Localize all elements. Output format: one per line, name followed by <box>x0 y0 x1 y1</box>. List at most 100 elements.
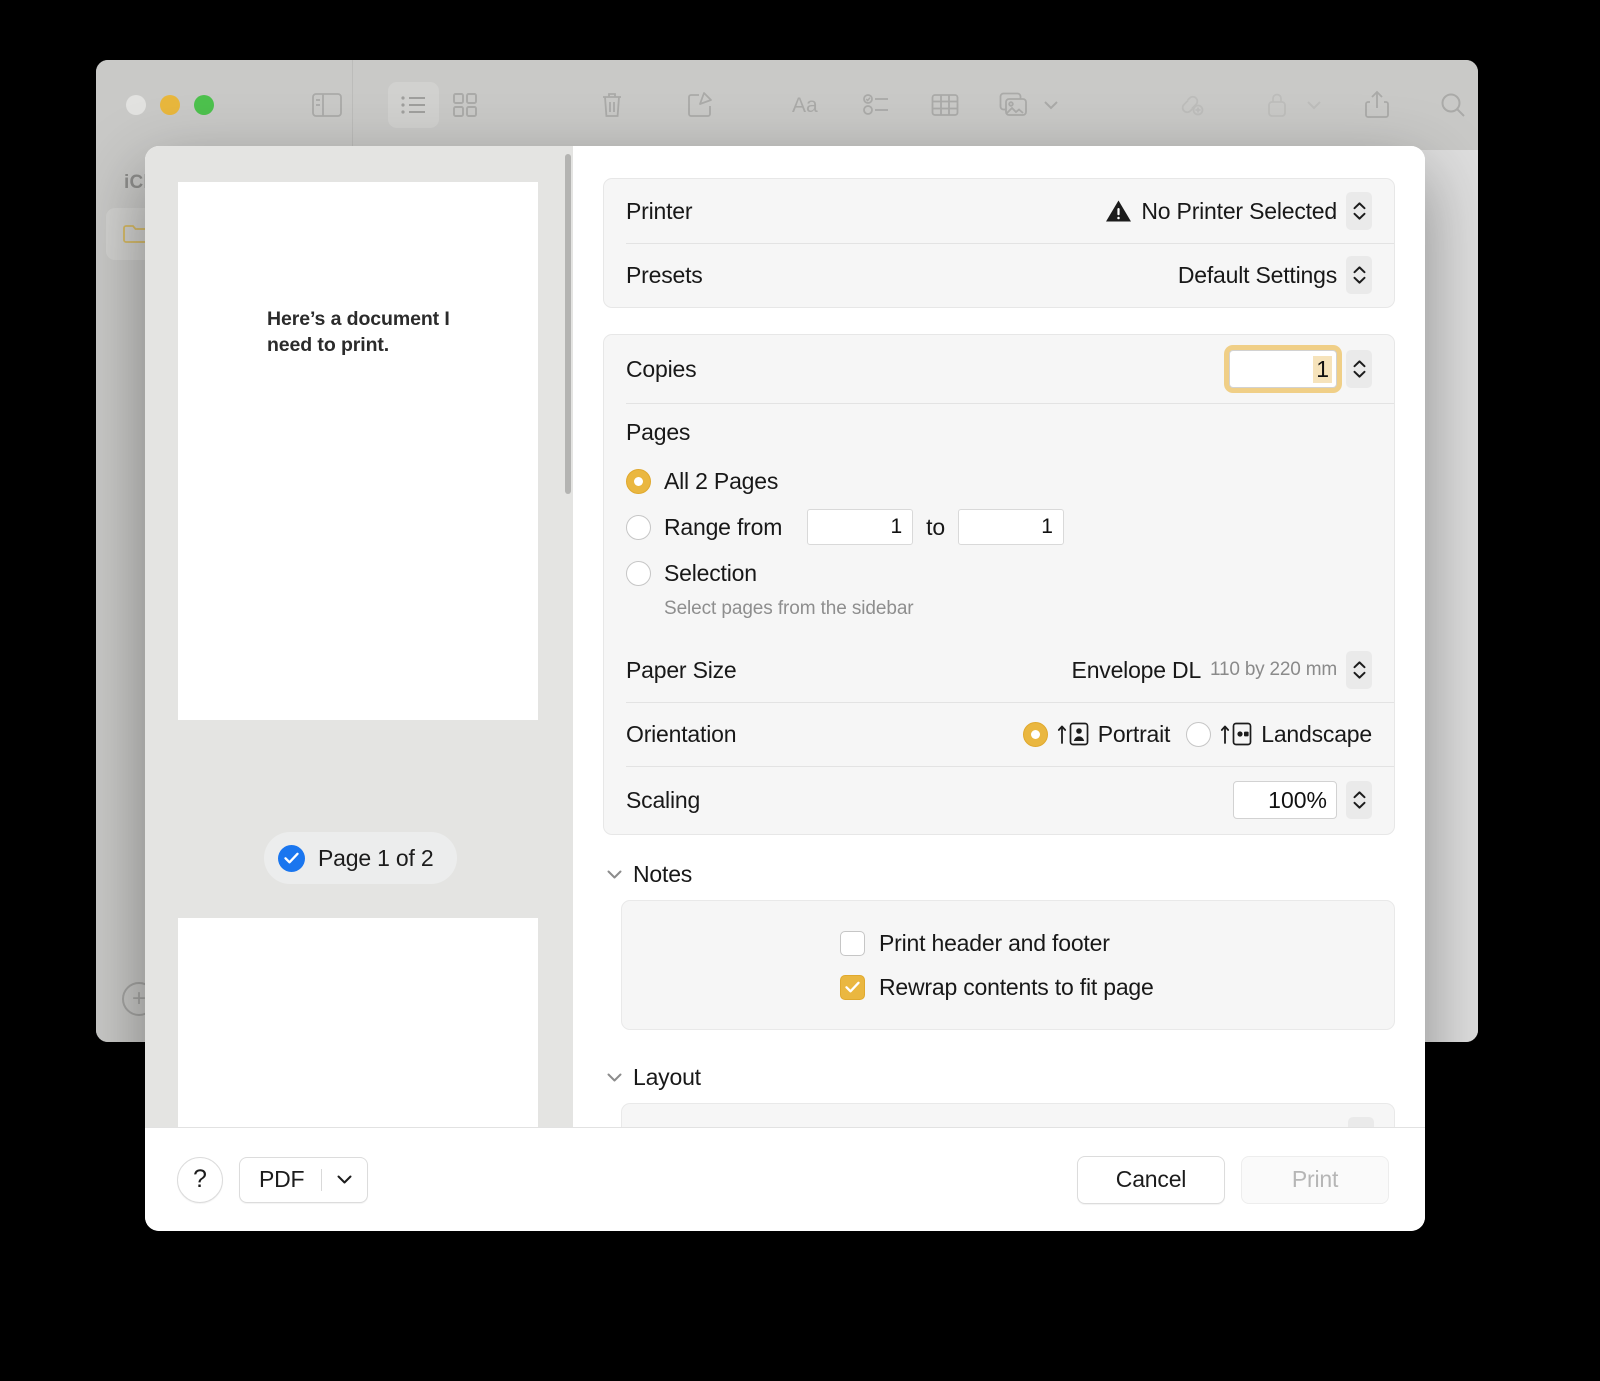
paper-size-popup-arrows-icon[interactable] <box>1346 651 1372 689</box>
preview-document-text: Here’s a document I need to print. <box>267 307 482 358</box>
copies-row: Copies 1 <box>604 335 1394 403</box>
pages-hint: Select pages from the sidebar <box>626 598 1372 620</box>
table-icon[interactable] <box>920 82 971 128</box>
window-controls <box>96 95 301 115</box>
screen: iCl + <box>0 0 1600 1381</box>
presets-label: Presets <box>626 262 703 289</box>
print-dialog: Here’s a document I need to print. Page … <box>145 146 1425 1231</box>
format-icon[interactable]: Aa <box>783 82 834 128</box>
pages-per-sheet-stepper[interactable] <box>1348 1117 1374 1127</box>
maximize-button[interactable] <box>194 95 214 115</box>
all-pages-label: All 2 Pages <box>664 468 778 495</box>
radio-landscape[interactable] <box>1186 722 1211 747</box>
share-icon[interactable] <box>1352 82 1403 128</box>
printer-value: No Printer Selected <box>1141 198 1337 225</box>
pages-per-sheet-label: Pages per Sheet <box>642 1123 810 1128</box>
checkbox-print-header-footer[interactable] <box>840 931 865 956</box>
checkbox-rewrap-contents[interactable] <box>840 975 865 1000</box>
radio-selection[interactable] <box>626 561 651 586</box>
checklist-icon[interactable] <box>852 82 903 128</box>
orientation-label: Orientation <box>626 721 736 748</box>
preview-page-2[interactable] <box>178 918 538 1127</box>
notes-toolbar: Aa <box>96 60 1478 150</box>
grid-view-icon[interactable] <box>439 82 490 128</box>
portrait-page-glyph <box>1069 722 1089 746</box>
pages-option-selection[interactable]: Selection <box>626 550 1372 596</box>
compose-icon[interactable] <box>674 82 725 128</box>
rewrap-contents-label: Rewrap contents to fit page <box>879 974 1154 1001</box>
lock-chevron-icon[interactable] <box>1303 82 1326 128</box>
radio-all-pages[interactable] <box>626 469 651 494</box>
range-to-label: to <box>926 514 945 541</box>
radio-range[interactable] <box>626 515 651 540</box>
layout-section-title: Layout <box>633 1064 701 1091</box>
paper-size-label: Paper Size <box>626 657 737 684</box>
pdf-button-label: PDF <box>240 1166 321 1193</box>
copies-stepper[interactable] <box>1346 350 1372 388</box>
notes-section-header[interactable]: Notes <box>607 861 1395 888</box>
scaling-input[interactable]: 100% <box>1233 781 1337 819</box>
media-icon[interactable] <box>988 82 1039 128</box>
portrait-label: Portrait <box>1098 721 1171 748</box>
list-view-icon[interactable] <box>388 82 439 128</box>
search-icon[interactable] <box>1427 82 1478 128</box>
portrait-icon <box>1057 722 1089 746</box>
link-icon[interactable] <box>1166 82 1217 128</box>
pdf-button[interactable]: PDF <box>239 1157 368 1203</box>
radio-portrait[interactable] <box>1023 722 1048 747</box>
preview-scrollbar[interactable] <box>565 154 571 494</box>
pages-block: Pages All 2 Pages Range from 1 to 1 <box>604 403 1394 638</box>
toolbar-divider <box>352 60 353 150</box>
scaling-row: Scaling 100% <box>604 766 1394 834</box>
page-indicator-label: Page 1 of 2 <box>318 845 433 872</box>
cancel-button[interactable]: Cancel <box>1077 1156 1225 1204</box>
chevron-down-icon[interactable] <box>607 870 622 879</box>
dialog-footer: ? PDF Cancel Print <box>145 1127 1425 1231</box>
landscape-page-glyph <box>1232 722 1252 746</box>
paper-size-value: Envelope DL <box>1072 657 1202 684</box>
orientation-landscape-option[interactable]: Landscape <box>1186 721 1372 748</box>
pages-label: Pages <box>626 419 1372 446</box>
close-button[interactable] <box>126 95 146 115</box>
page-indicator-pill[interactable]: Page 1 of 2 <box>264 832 457 884</box>
copies-label: Copies <box>626 356 696 383</box>
sidebar-toggle-icon[interactable] <box>301 82 352 128</box>
help-button[interactable]: ? <box>177 1157 223 1203</box>
range-to-input[interactable]: 1 <box>958 509 1064 545</box>
chevron-down-icon-layout[interactable] <box>607 1073 622 1082</box>
lock-icon[interactable] <box>1252 82 1303 128</box>
print-header-footer-row[interactable]: Print header and footer <box>622 921 1394 965</box>
copies-input[interactable]: 1 <box>1229 350 1337 388</box>
trash-icon[interactable] <box>587 82 638 128</box>
presets-popup-arrows-icon[interactable] <box>1346 256 1372 294</box>
layout-section-card: Pages per Sheet 1 <box>621 1103 1395 1127</box>
notes-section-card: Print header and footer Rewrap contents … <box>621 900 1395 1030</box>
printer-popup-arrows-icon[interactable] <box>1346 192 1372 230</box>
layout-section-header[interactable]: Layout <box>607 1064 1395 1091</box>
presets-row[interactable]: Presets Default Settings <box>604 243 1394 307</box>
copies-value: 1 <box>1313 356 1332 383</box>
printer-presets-card: Printer No Printer Selected <box>603 178 1395 308</box>
print-options-pane: Printer No Printer Selected <box>573 146 1425 1127</box>
print-settings-card: Copies 1 Pages <box>603 334 1395 835</box>
scaling-stepper[interactable] <box>1346 781 1372 819</box>
pdf-chevron-down-icon[interactable] <box>322 1175 367 1184</box>
pages-per-sheet-row[interactable]: Pages per Sheet 1 <box>622 1104 1394 1127</box>
pages-option-all[interactable]: All 2 Pages <box>626 458 1372 504</box>
print-button[interactable]: Print <box>1241 1156 1389 1204</box>
preview-page-1[interactable]: Here’s a document I need to print. <box>178 182 538 720</box>
minimize-button[interactable] <box>160 95 180 115</box>
paper-size-row[interactable]: Paper Size Envelope DL 110 by 220 mm <box>604 638 1394 702</box>
warning-triangle-icon <box>1105 199 1132 223</box>
rewrap-contents-row[interactable]: Rewrap contents to fit page <box>622 965 1394 1009</box>
printer-row[interactable]: Printer No Printer Selected <box>604 179 1394 243</box>
orientation-portrait-option[interactable]: Portrait <box>1023 721 1171 748</box>
range-from-input[interactable]: 1 <box>807 509 913 545</box>
print-preview-pane: Here’s a document I need to print. Page … <box>145 146 573 1127</box>
media-chevron-icon[interactable] <box>1039 82 1062 128</box>
presets-value: Default Settings <box>1178 262 1337 289</box>
pages-option-range[interactable]: Range from 1 to 1 <box>626 504 1372 550</box>
paper-size-dimensions: 110 by 220 mm <box>1210 659 1337 681</box>
range-label: Range from <box>664 514 782 541</box>
notes-section-title: Notes <box>633 861 692 888</box>
